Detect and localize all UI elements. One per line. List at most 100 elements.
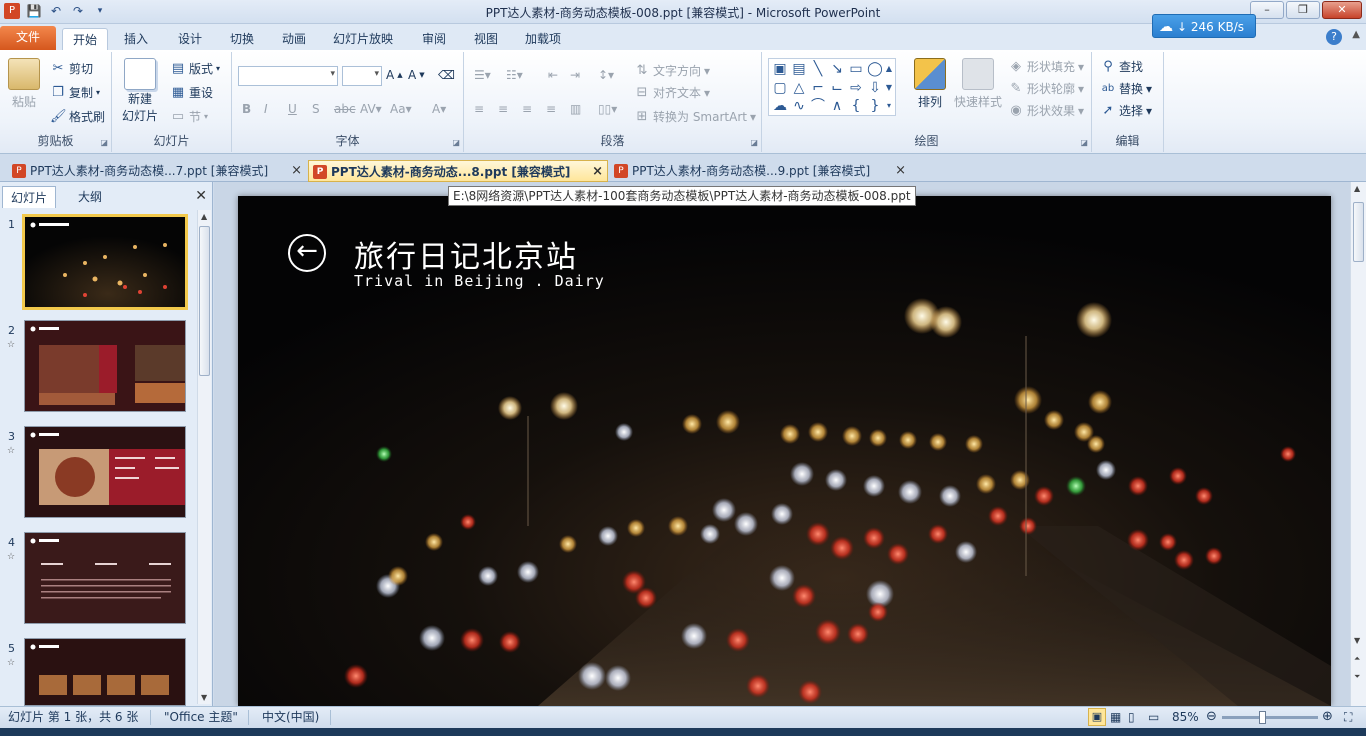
increase-indent-button[interactable]: ⇥ xyxy=(570,68,580,82)
layout-button[interactable]: ▤ 版式 ▾ xyxy=(170,60,220,77)
reading-view-icon[interactable]: ▯ xyxy=(1128,707,1135,727)
vertical-textbox-shape-icon[interactable]: ▤ xyxy=(790,60,808,78)
close-tab-icon[interactable]: × xyxy=(895,160,906,182)
align-text-button[interactable]: ⊟ 对齐文本 ▾ xyxy=(634,84,711,101)
right-brace-shape-icon[interactable]: } xyxy=(866,97,884,115)
arc-shape-icon[interactable]: ⌒ xyxy=(809,97,827,115)
tab-outline-panel[interactable]: 大纲 xyxy=(70,186,110,208)
change-case-button[interactable]: Aa▾ xyxy=(390,102,412,116)
arrange-button[interactable]: 排列 xyxy=(910,58,950,110)
gallery-scroll-up-icon[interactable]: ▲ xyxy=(883,60,895,78)
scrollbar-thumb[interactable] xyxy=(199,226,210,376)
italic-button[interactable]: I xyxy=(264,102,268,116)
select-button[interactable]: ➚ 选择 ▾ xyxy=(1100,102,1153,119)
align-right-button[interactable]: ≡ xyxy=(522,102,532,116)
slide-sorter-icon[interactable]: ▦ xyxy=(1110,707,1121,727)
slideshow-icon[interactable]: ▭ xyxy=(1148,707,1159,727)
line-spacing-button[interactable]: ↕▾ xyxy=(598,68,614,82)
gallery-more-icon[interactable]: ▾ xyxy=(883,97,895,115)
align-center-button[interactable]: ≡ xyxy=(498,102,508,116)
decrease-indent-button[interactable]: ⇤ xyxy=(548,68,558,82)
tab-insert[interactable]: 插入 xyxy=(116,28,156,50)
dialog-launcher-icon[interactable]: ◪ xyxy=(100,138,108,147)
line-shape-icon[interactable]: ╲ xyxy=(809,60,827,78)
tab-home[interactable]: 开始 xyxy=(62,28,108,50)
curve-shape-icon[interactable]: ∿ xyxy=(790,97,808,115)
shapes-gallery[interactable]: ▣ ▤ ╲ ↘ ▭ ◯ ▢ △ ⌐ ⌙ ⇨ ⇩ ☁ ∿ ⌒ ∧ { } ▲ ▼ … xyxy=(768,58,896,116)
zoom-out-icon[interactable]: ⊖ xyxy=(1206,707,1217,727)
wave-shape-icon[interactable]: ∧ xyxy=(828,97,846,115)
slide-thumbnail-4[interactable] xyxy=(24,532,186,624)
copy-button[interactable]: ❐ 复制 ▾ xyxy=(50,84,100,101)
tab-addins[interactable]: 加载项 xyxy=(518,28,568,50)
fit-to-window-icon[interactable]: ⛶ xyxy=(1344,707,1352,727)
bold-button[interactable]: B xyxy=(242,102,251,116)
tab-file[interactable]: 文件 xyxy=(0,26,56,50)
section-button[interactable]: ▭ 节 ▾ xyxy=(170,108,208,125)
paste-button[interactable]: 粘贴 xyxy=(8,58,40,110)
numbering-button[interactable]: ☷▾ xyxy=(506,68,523,82)
font-name-combo[interactable]: ▾ xyxy=(238,66,338,86)
shape-fill-button[interactable]: ◈ 形状填充 ▾ xyxy=(1008,58,1084,75)
slide-thumbnail-3[interactable] xyxy=(24,426,186,518)
triangle-shape-icon[interactable]: △ xyxy=(790,79,808,97)
normal-view-icon[interactable]: ▣ xyxy=(1088,708,1106,726)
tab-animations[interactable]: 动画 xyxy=(274,28,314,50)
slide-title[interactable]: 旅行日记北京站 xyxy=(354,232,578,276)
scroll-up-icon[interactable]: ▲ xyxy=(1354,184,1360,193)
oval-shape-icon[interactable]: ◯ xyxy=(866,60,884,78)
new-slide-button[interactable]: 新建 幻灯片 xyxy=(118,58,162,124)
language-status[interactable]: 中文(中国) xyxy=(262,707,319,727)
close-tab-icon[interactable]: × xyxy=(291,160,302,182)
slide-canvas[interactable]: ← 旅行日记北京站 Trival in Beijing . Dairy xyxy=(238,196,1331,706)
slide-thumbnail-2[interactable] xyxy=(24,320,186,412)
underline-button[interactable]: U xyxy=(288,102,297,116)
zoom-slider-track[interactable] xyxy=(1222,716,1318,719)
scroll-down-icon[interactable]: ▼ xyxy=(201,693,207,702)
zoom-slider-thumb[interactable] xyxy=(1259,711,1266,724)
scroll-down-icon[interactable]: ▼ xyxy=(1354,636,1360,645)
scroll-up-icon[interactable]: ▲ xyxy=(201,212,207,221)
clear-formatting-icon[interactable]: ⌫ xyxy=(438,68,455,82)
tab-transitions[interactable]: 切换 xyxy=(222,28,262,50)
cut-button[interactable]: ✂ 剪切 xyxy=(50,60,93,77)
tab-review[interactable]: 审阅 xyxy=(414,28,454,50)
shrink-font-button[interactable]: A ▼ xyxy=(408,68,425,82)
elbow-connector-shape-icon[interactable]: ⌐ xyxy=(809,79,827,97)
tab-view[interactable]: 视图 xyxy=(466,28,506,50)
align-left-button[interactable]: ≡ xyxy=(474,102,484,116)
slide-thumbnail-5[interactable] xyxy=(24,638,186,706)
strikethrough-button[interactable]: abc xyxy=(334,102,356,116)
reset-button[interactable]: ▦ 重设 xyxy=(170,84,213,101)
convert-smartart-button[interactable]: ⊞ 转换为 SmartArt ▾ xyxy=(634,108,756,125)
drawing-dialog-launcher-icon[interactable]: ◪ xyxy=(1080,138,1088,147)
justify-button[interactable]: ≡ xyxy=(546,102,556,116)
text-direction-button[interactable]: ⇅ 文字方向 ▾ xyxy=(634,62,711,79)
rounded-rect-shape-icon[interactable]: ▢ xyxy=(771,79,789,97)
paragraph-dialog-launcher-icon[interactable]: ◪ xyxy=(750,138,758,147)
theme-status[interactable]: "Office 主题" xyxy=(164,707,238,727)
font-color-button[interactable]: A▾ xyxy=(432,102,446,116)
right-arrow-shape-icon[interactable]: ⇨ xyxy=(847,79,865,97)
doc-tab-7[interactable]: P PPT达人素材-商务动态模...7.ppt [兼容模式] × xyxy=(8,160,306,182)
doc-tab-8[interactable]: P PPT达人素材-商务动态...8.ppt [兼容模式] × xyxy=(308,160,608,182)
close-button[interactable]: ✕ xyxy=(1322,1,1362,19)
replace-button[interactable]: ab 替换 ▾ xyxy=(1100,80,1152,97)
tab-slides-panel[interactable]: 幻灯片 xyxy=(2,186,57,208)
left-brace-shape-icon[interactable]: { xyxy=(847,97,865,115)
arrow-line-shape-icon[interactable]: ↘ xyxy=(828,60,846,78)
freeform-shape-icon[interactable]: ☁ xyxy=(771,97,789,115)
grow-font-button[interactable]: A ▲ xyxy=(386,68,403,82)
shadow-button[interactable]: S xyxy=(312,102,320,116)
tab-slideshow[interactable]: 幻灯片放映 xyxy=(326,28,400,50)
help-icon[interactable]: ? xyxy=(1326,29,1342,45)
columns-button[interactable]: ▯▯▾ xyxy=(598,102,617,116)
close-panel-icon[interactable]: ✕ xyxy=(195,188,207,204)
scrollbar-thumb[interactable] xyxy=(1353,202,1364,262)
doc-tab-9[interactable]: P PPT达人素材-商务动态模...9.ppt [兼容模式] × xyxy=(610,160,910,182)
bullets-button[interactable]: ☰▾ xyxy=(474,68,491,82)
gallery-scroll-down-icon[interactable]: ▼ xyxy=(883,79,895,97)
font-size-combo[interactable]: ▾ xyxy=(342,66,382,86)
find-button[interactable]: ⚲ 查找 xyxy=(1100,58,1143,75)
collapse-ribbon-icon[interactable]: ▲ xyxy=(1352,29,1360,40)
